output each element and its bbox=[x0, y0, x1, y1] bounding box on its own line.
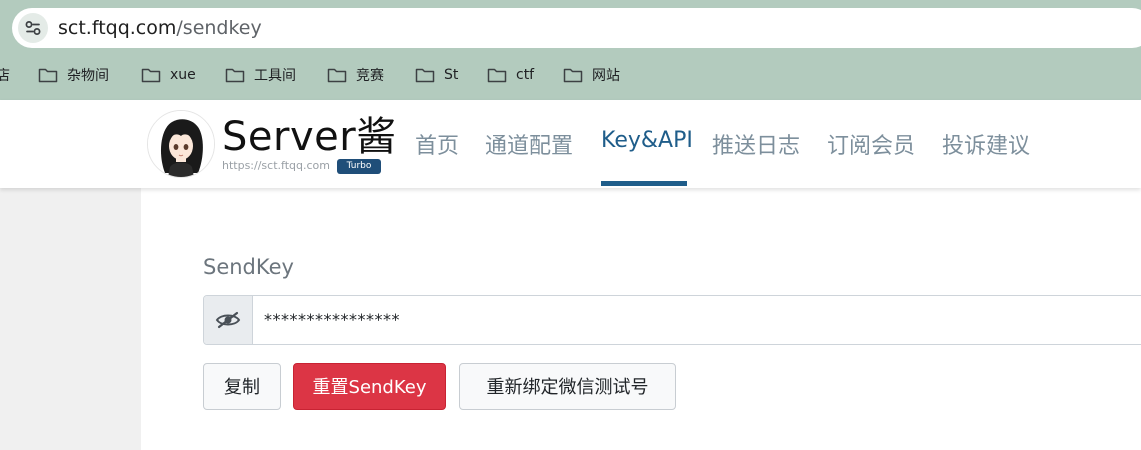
folder-icon bbox=[38, 68, 58, 83]
sendkey-input-group: **************** bbox=[203, 295, 1141, 345]
url-host: sct.ftqq.com bbox=[58, 17, 177, 39]
bookmark-folder[interactable]: 网站 bbox=[563, 62, 620, 88]
nav-subscription[interactable]: 订阅会员 bbox=[827, 128, 915, 159]
bookmark-folder[interactable]: St bbox=[415, 62, 458, 88]
folder-icon bbox=[415, 68, 435, 83]
rebind-wechat-button[interactable]: 重新绑定微信测试号 bbox=[459, 363, 676, 410]
folder-icon bbox=[141, 68, 161, 83]
url-text[interactable]: sct.ftqq.com/sendkey bbox=[58, 8, 262, 48]
left-gutter bbox=[0, 188, 141, 450]
copy-button[interactable]: 复制 bbox=[203, 363, 281, 410]
nav-push-log[interactable]: 推送日志 bbox=[712, 128, 800, 159]
toggle-visibility-button[interactable] bbox=[204, 296, 253, 344]
active-nav-indicator bbox=[601, 181, 687, 186]
folder-icon bbox=[487, 68, 507, 83]
bookmark-label: 店 bbox=[0, 68, 10, 84]
url-path: /sendkey bbox=[176, 17, 262, 39]
bookmark-folder[interactable]: 工具间 bbox=[225, 62, 296, 88]
address-bar[interactable]: sct.ftqq.com/sendkey bbox=[12, 8, 1141, 48]
turbo-badge: Turbo bbox=[337, 159, 381, 174]
tune-icon bbox=[25, 21, 41, 35]
bookmark-label: 工具间 bbox=[254, 68, 296, 84]
nav-key-api[interactable]: Key&API bbox=[601, 128, 693, 158]
folder-icon bbox=[225, 68, 245, 83]
bookmark-item[interactable]: 店 bbox=[0, 62, 10, 88]
bookmark-label: 竞赛 bbox=[356, 68, 384, 84]
browser-chrome: sct.ftqq.com/sendkey 店 杂物间 xue 工具间 竞赛 St… bbox=[0, 0, 1141, 100]
bookmark-label: 杂物间 bbox=[67, 68, 109, 84]
sendkey-label: SendKey bbox=[203, 255, 294, 279]
bookmark-folder[interactable]: 杂物间 bbox=[38, 62, 109, 88]
bookmark-label: St bbox=[444, 67, 459, 83]
bookmark-label: xue bbox=[170, 67, 196, 83]
site-title[interactable]: Server酱 bbox=[222, 104, 397, 162]
bookmark-label: 网站 bbox=[592, 68, 620, 84]
bookmark-folder[interactable]: xue bbox=[141, 62, 196, 88]
bookmark-folder[interactable]: ctf bbox=[487, 62, 534, 88]
nav-home[interactable]: 首页 bbox=[415, 128, 459, 159]
site-info-button[interactable] bbox=[18, 13, 48, 43]
bookmarks-bar: 店 杂物间 xue 工具间 竞赛 St ctf 网站 bbox=[0, 62, 1141, 88]
eye-slash-icon bbox=[215, 311, 241, 329]
reset-sendkey-button[interactable]: 重置SendKey bbox=[293, 363, 446, 410]
nav-channel-config[interactable]: 通道配置 bbox=[485, 128, 573, 159]
sendkey-input[interactable]: **************** bbox=[264, 296, 400, 344]
bookmark-label: ctf bbox=[516, 67, 535, 83]
logo-avatar[interactable] bbox=[147, 110, 215, 178]
nav-feedback[interactable]: 投诉建议 bbox=[942, 128, 1030, 159]
anime-girl-avatar-icon bbox=[148, 111, 214, 177]
site-url: https://sct.ftqq.com bbox=[222, 159, 330, 172]
folder-icon bbox=[563, 68, 583, 83]
folder-icon bbox=[327, 68, 347, 83]
bookmark-folder[interactable]: 竞赛 bbox=[327, 62, 384, 88]
site-header: Server酱 https://sct.ftqq.com Turbo 首页 通道… bbox=[0, 100, 1141, 188]
